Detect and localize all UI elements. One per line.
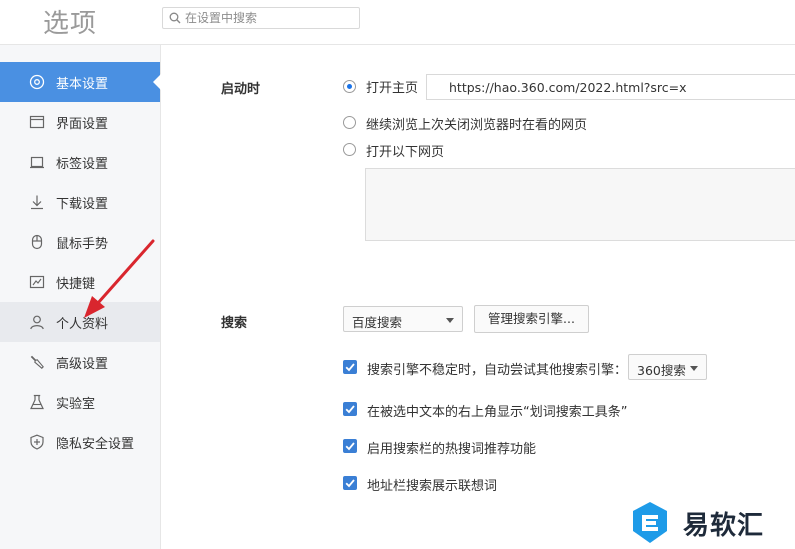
- sidebar-item-label: 个人资料: [56, 317, 109, 332]
- chevron-down-icon: [446, 318, 454, 323]
- sidebar-item-label: 隐私安全设置: [56, 437, 135, 452]
- address-suggest-label: 地址栏搜索展示联想词: [367, 479, 498, 494]
- fallback-engine-select[interactable]: 360搜索: [628, 354, 707, 380]
- fallback-engine-value: 360搜索: [637, 363, 686, 378]
- hot-search-checkbox[interactable]: [343, 439, 357, 453]
- mouse-icon: [31, 234, 43, 250]
- watermark-text: 易软汇: [683, 511, 765, 541]
- sidebar-item-advanced[interactable]: 高级设置: [0, 342, 160, 382]
- keyboard-icon: [29, 275, 45, 289]
- tab-icon: [30, 156, 44, 169]
- header: 选项: [0, 0, 795, 44]
- sidebar: 基本设置 界面设置 标签设置 下载设置 鼠标手势 快捷键 个人资料 高级设置 实…: [0, 44, 161, 549]
- sidebar-item-profile[interactable]: 个人资料: [0, 302, 160, 342]
- sidebar-item-download[interactable]: 下载设置: [0, 182, 160, 222]
- startup-homepage-radio[interactable]: [343, 80, 356, 93]
- settings-content: 启动时 打开主页 继续浏览上次关闭浏览器时在看的网页 打开以下网页 搜索 百度搜…: [161, 44, 795, 549]
- watermark: 易软汇: [626, 500, 795, 546]
- sidebar-item-basic[interactable]: 基本设置: [0, 62, 161, 102]
- sidebar-item-privacy[interactable]: 隐私安全设置: [0, 422, 160, 462]
- sidebar-item-label: 鼠标手势: [56, 237, 109, 252]
- address-suggest-checkbox[interactable]: [343, 476, 357, 490]
- page-title: 选项: [43, 9, 98, 39]
- wrench-icon: [30, 355, 44, 369]
- search-fallback-checkbox[interactable]: [343, 360, 357, 374]
- startup-continue-label: 继续浏览上次关闭浏览器时在看的网页: [366, 118, 588, 133]
- check-icon: [345, 442, 355, 451]
- flask-icon: [30, 394, 44, 410]
- sidebar-item-label: 基本设置: [56, 77, 109, 92]
- startup-continue-radio[interactable]: [343, 116, 356, 129]
- chevron-down-icon: [690, 366, 698, 371]
- sidebar-item-label: 下载设置: [56, 197, 109, 212]
- selection-toolbar-label: 在被选中文本的右上角显示“划词搜索工具条”: [367, 405, 628, 420]
- sidebar-item-mouse[interactable]: 鼠标手势: [0, 222, 160, 262]
- hot-search-label: 启用搜索栏的热搜词推荐功能: [367, 442, 537, 457]
- startup-section-label: 启动时: [221, 82, 261, 97]
- startup-pages-label: 打开以下网页: [366, 145, 445, 160]
- search-engine-value: 百度搜索: [352, 315, 403, 330]
- sidebar-item-interface[interactable]: 界面设置: [0, 102, 160, 142]
- sidebar-item-label: 高级设置: [56, 357, 109, 372]
- sidebar-item-label: 实验室: [56, 397, 96, 412]
- startup-pages-radio[interactable]: [343, 143, 356, 156]
- watermark-logo-icon: [633, 502, 667, 543]
- startup-pages-list[interactable]: [365, 168, 795, 241]
- search-section-label: 搜索: [221, 316, 248, 331]
- window-icon: [29, 115, 45, 129]
- search-box[interactable]: [162, 7, 360, 29]
- search-fallback-label: 搜索引擎不稳定时，自动尝试其他搜索引擎：: [367, 363, 628, 378]
- download-icon: [31, 195, 43, 210]
- check-icon: [345, 363, 355, 372]
- sidebar-item-lab[interactable]: 实验室: [0, 382, 160, 422]
- sidebar-item-label: 界面设置: [56, 117, 109, 132]
- shield-icon: [30, 434, 44, 450]
- sidebar-item-shortcuts[interactable]: 快捷键: [0, 262, 160, 302]
- selection-toolbar-checkbox[interactable]: [343, 402, 357, 416]
- check-icon: [345, 405, 355, 414]
- manage-search-engines-button[interactable]: 管理搜索引擎...: [474, 305, 589, 333]
- search-engine-select[interactable]: 百度搜索: [343, 306, 463, 332]
- sidebar-item-label: 快捷键: [56, 277, 96, 292]
- user-icon: [30, 315, 44, 330]
- startup-homepage-label: 打开主页: [366, 81, 419, 96]
- circle-settings-icon: [29, 74, 45, 90]
- search-input[interactable]: [185, 9, 355, 27]
- sidebar-item-label: 标签设置: [56, 157, 109, 172]
- check-icon: [345, 479, 355, 488]
- search-icon: [169, 12, 181, 24]
- sidebar-item-tabs[interactable]: 标签设置: [0, 142, 160, 182]
- homepage-url-input[interactable]: [426, 74, 795, 100]
- active-indicator: [153, 74, 161, 90]
